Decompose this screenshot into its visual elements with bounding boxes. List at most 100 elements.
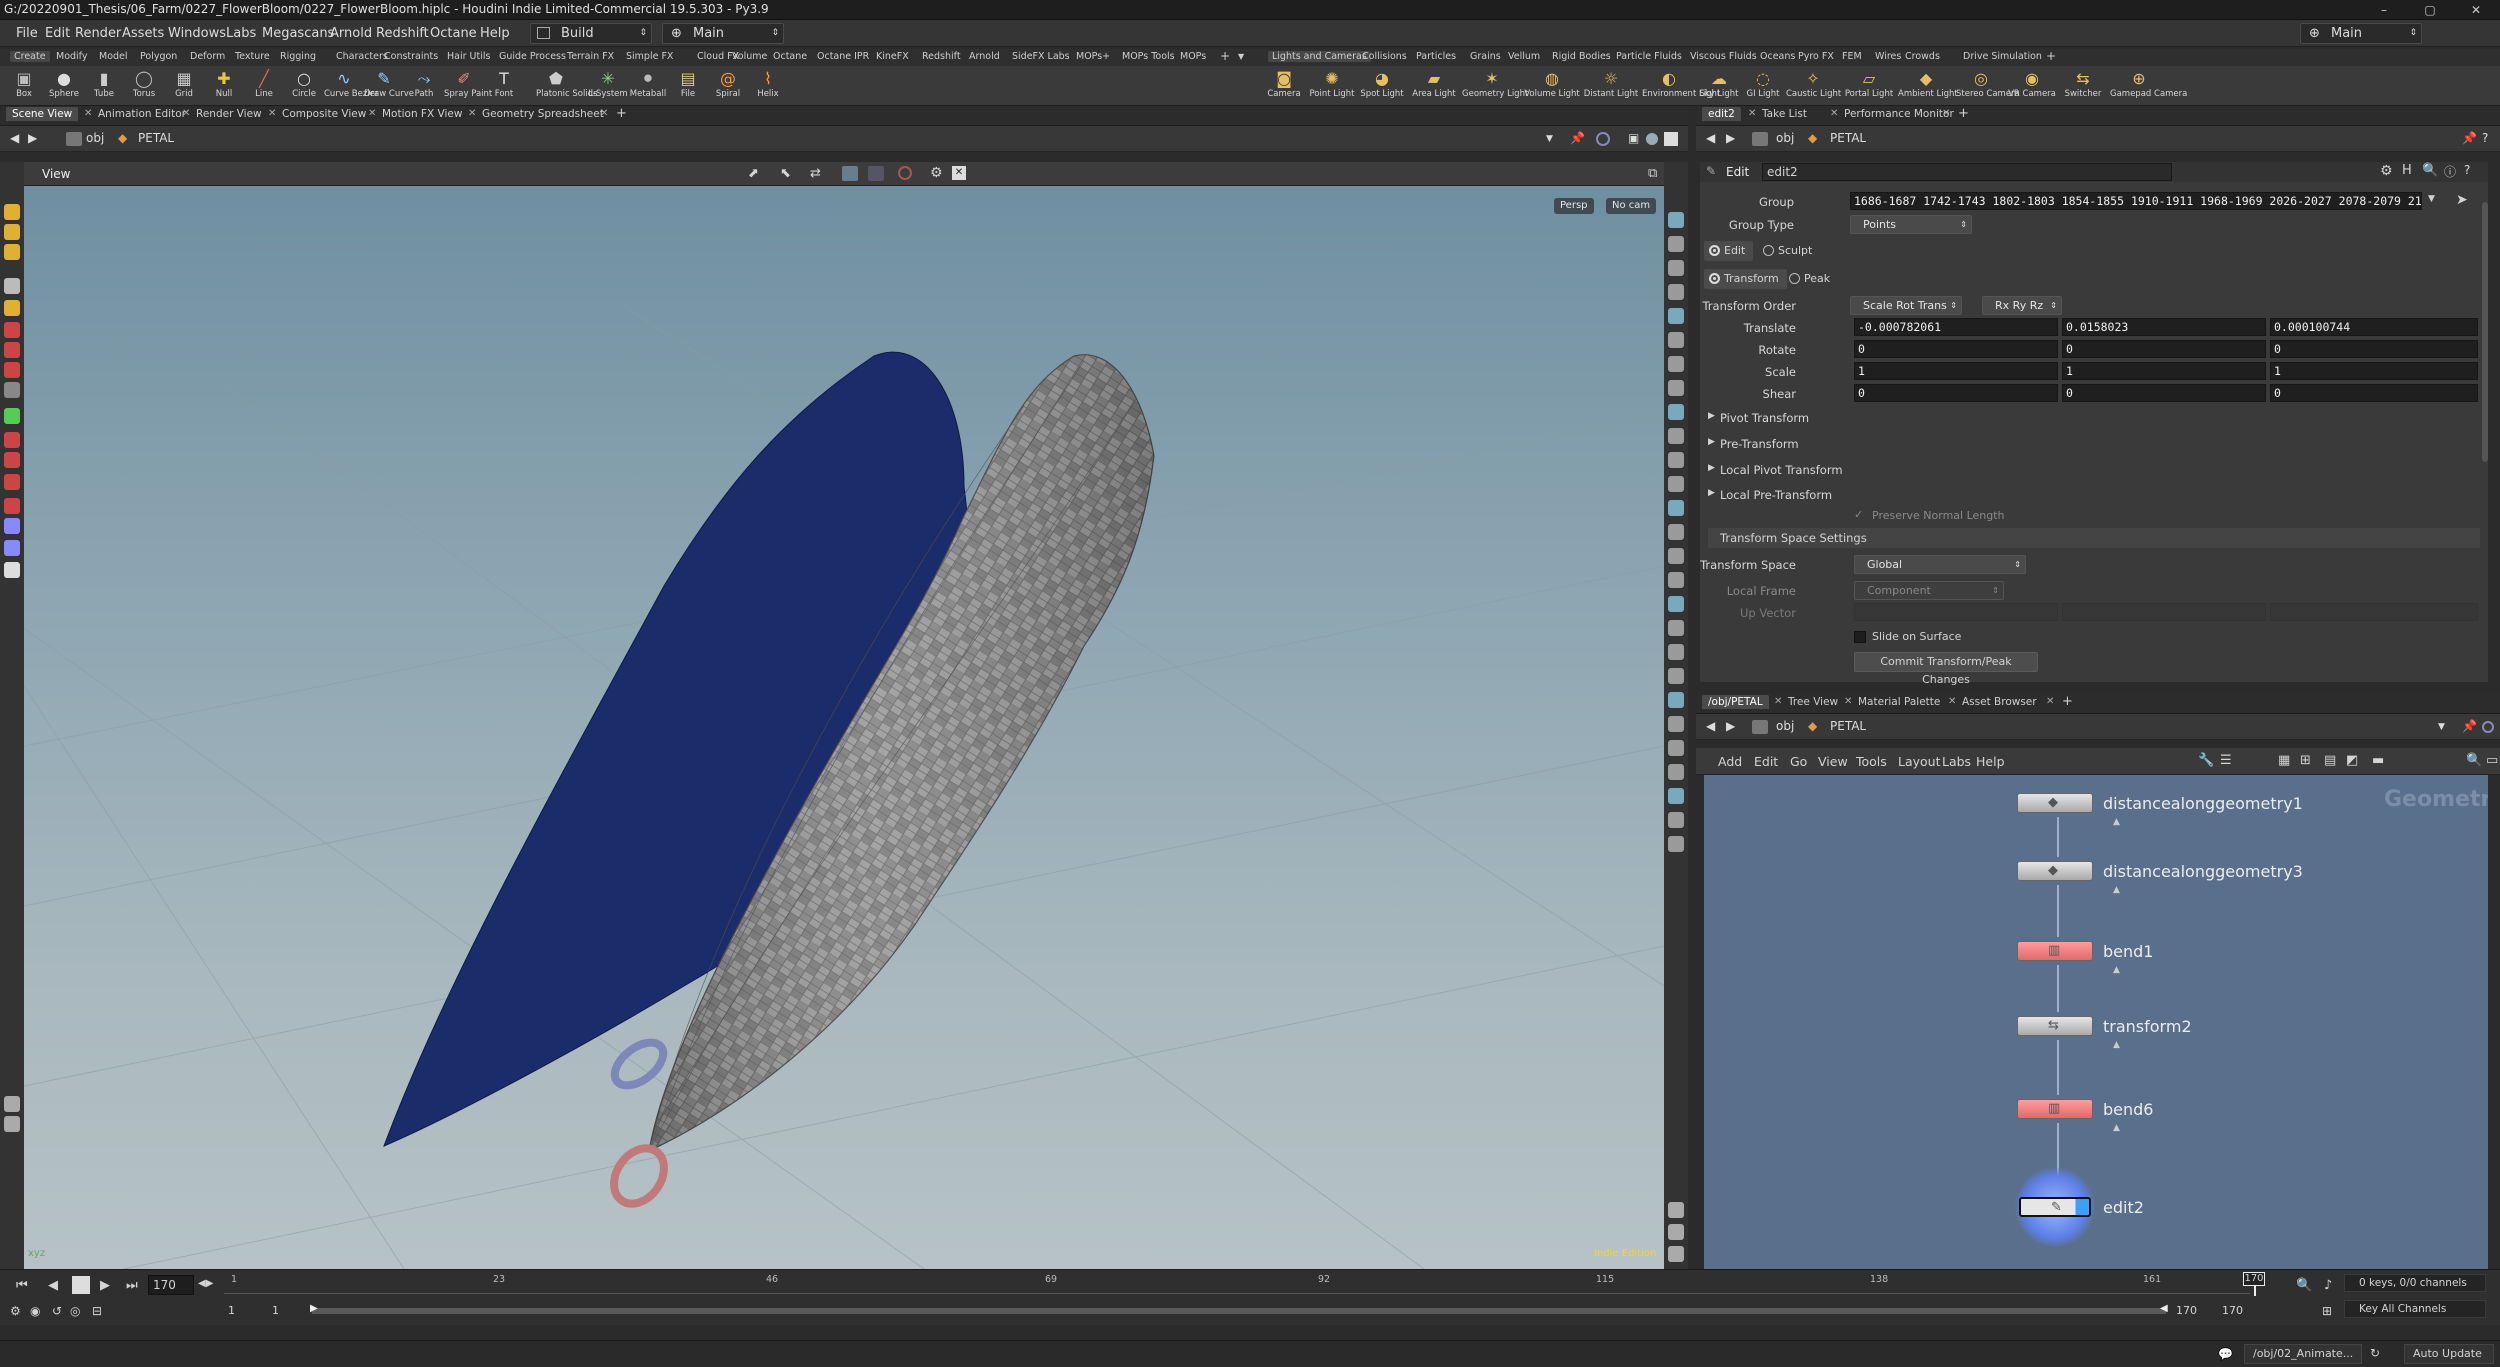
tab-edit2[interactable]: edit2 (1702, 107, 1741, 121)
context-select[interactable]: ⊕ Main ⇕ (662, 23, 784, 44)
node-bend1[interactable]: ▥ bend1 ▲ (2017, 937, 2317, 975)
shelf-tab-particles[interactable]: Particles (1416, 51, 1456, 62)
menu-labs[interactable]: Labs (226, 26, 256, 41)
node-distancealonggeometry3[interactable]: ◆ distancealonggeometry3 ▲ (2017, 857, 2317, 895)
back-arrow-icon[interactable]: ◀ (1706, 131, 1715, 145)
cursor-icon[interactable] (1668, 452, 1684, 468)
backface-icon[interactable] (1668, 572, 1684, 588)
add-shelf-tab-icon[interactable]: + (1220, 49, 1230, 63)
menu-file[interactable]: File (16, 26, 38, 41)
display-options-icon[interactable] (1668, 1224, 1684, 1240)
tab-take-list[interactable]: Take List (1762, 108, 1807, 120)
display-wire-icon[interactable] (1668, 212, 1684, 228)
search-icon[interactable]: 🔍 (2296, 1278, 2312, 1293)
viewport-canvas[interactable] (24, 186, 1664, 1269)
menu-octane[interactable]: Octane (430, 26, 477, 41)
node-distancealonggeometry1[interactable]: ◆ distancealonggeometry1 ▲ (2017, 789, 2317, 827)
net-path-obj[interactable]: obj (1776, 719, 1794, 733)
tool-geometry-light[interactable]: ✶ Geometry Light (1462, 67, 1528, 105)
translate-x[interactable]: -0.000782061 (1854, 318, 2058, 336)
folder-local-pre-transform[interactable]: ▶ Local Pre-Transform (1700, 485, 2488, 505)
display-icon[interactable]: ▭ (2486, 753, 2498, 768)
brush-tool-icon[interactable] (4, 432, 20, 448)
move-tool-icon[interactable] (4, 322, 20, 338)
search-icon[interactable]: 🔍 (2466, 753, 2482, 768)
group-dropdown-icon[interactable]: ▼ (2428, 194, 2435, 204)
palette-icon[interactable]: ◩ (2346, 753, 2358, 768)
group-field[interactable]: 1686-1687 1742-1743 1802-1803 1854-1855 … (1850, 192, 2422, 210)
close-tab-icon[interactable]: ✕ (1748, 108, 1756, 119)
tool-environment-light[interactable]: ◐ Environment Light (1642, 67, 1720, 105)
node-body[interactable]: ◆ (2017, 861, 2093, 881)
shelf-tab-model[interactable]: Model (99, 51, 128, 62)
menu-arnold[interactable]: Arnold (330, 26, 372, 41)
grid-display-icon[interactable] (1668, 596, 1684, 612)
close-tab-icon[interactable]: ✕ (1830, 108, 1838, 119)
close-tab-icon[interactable]: ✕ (84, 108, 92, 119)
tool-lsystem[interactable]: ✳ L-System (588, 67, 628, 105)
maximize-button[interactable]: ▢ (2408, 0, 2452, 20)
peak-tab[interactable]: Peak (1784, 269, 1838, 289)
tab-render-view[interactable]: Render View (196, 108, 262, 120)
flip-tool-icon[interactable] (4, 518, 20, 534)
shelf-tab-redshift[interactable]: Redshift (922, 51, 961, 62)
point-numbers-icon[interactable] (1668, 524, 1684, 540)
group-type-menu[interactable]: Points ⇕ (1850, 215, 1972, 234)
shelf-tab-volume[interactable]: Volume (732, 51, 767, 62)
step-toggle-icon[interactable]: ◀▶ (198, 1278, 213, 1289)
shelf-tab-grains[interactable]: Grains (1470, 51, 1501, 62)
rotation-order-menu[interactable]: Rx Ry Rz ⇕ (1982, 296, 2062, 315)
shelf-menu-icon[interactable]: ▼ (1238, 52, 1244, 61)
tool-metaball[interactable]: ⚫ Metaball (628, 67, 668, 105)
shelf-tab-constraints[interactable]: Constraints (384, 51, 438, 62)
shelf-tab-pyro-fx[interactable]: Pyro FX (1798, 51, 1834, 62)
shelf-tab-polygon[interactable]: Polygon (140, 51, 177, 62)
network-menu-layout[interactable]: Layout (1898, 754, 1941, 769)
shelf-tab-texture[interactable]: Texture (235, 51, 270, 62)
node-body[interactable]: ▥ (2017, 941, 2093, 961)
commit-button[interactable]: Commit Transform/Peak Changes (1854, 652, 2038, 686)
shelf-tab-characters[interactable]: Characters (336, 51, 388, 62)
shear-z[interactable]: 0 (2270, 384, 2478, 402)
range-handle-left[interactable]: ▶ (310, 1303, 318, 1314)
tool-path[interactable]: ⤳ Path (404, 67, 444, 105)
tool-caustic-light[interactable]: ✧ Caustic Light (1786, 67, 1841, 105)
shelf-tab-vellum[interactable]: Vellum (1508, 51, 1540, 62)
shelf-tab-terrain-fx[interactable]: Terrain FX (567, 51, 614, 62)
forward-arrow-icon[interactable]: ▶ (28, 131, 37, 145)
tool-torus[interactable]: ◯ Torus (124, 67, 164, 105)
range-slider[interactable] (312, 1308, 2166, 1314)
shelf-tab-create[interactable]: Create (10, 51, 50, 62)
checkmark-icon[interactable]: ✓ (1854, 508, 1863, 521)
tile-view-icon[interactable]: ⊞ (2300, 753, 2311, 768)
folder-local-pivot-transform[interactable]: ▶ Local Pivot Transform (1700, 460, 2488, 480)
home-view-icon[interactable] (1668, 284, 1684, 300)
path-petal[interactable]: PETAL (138, 131, 174, 145)
lighting-icon[interactable] (1668, 740, 1684, 756)
flag-icon[interactable]: ▬ (2372, 753, 2384, 768)
pin-display-icon[interactable] (1668, 812, 1684, 828)
tool-camera[interactable]: ◙ Camera (1262, 67, 1306, 105)
lock-icon[interactable] (4, 300, 20, 316)
hda-icon[interactable]: H (2402, 163, 2412, 178)
range-end-2[interactable]: 170 (2222, 1304, 2243, 1317)
menu-megascans[interactable]: Megascans (262, 26, 334, 41)
tool-spiral[interactable]: @ Spiral (708, 67, 748, 105)
close-tab-icon[interactable]: ✕ (268, 108, 276, 119)
add-shelf-tab-icon[interactable]: + (2046, 49, 2056, 63)
shelf-tab-viscous-fluids[interactable]: Viscous Fluids (1690, 51, 1757, 62)
material-icon[interactable] (1668, 692, 1684, 708)
frame-icon[interactable] (1668, 308, 1684, 324)
snapping-icon[interactable] (898, 166, 912, 180)
shelf-tab-wires[interactable]: Wires (1875, 51, 1901, 62)
dolly-tool-icon[interactable] (4, 562, 20, 578)
desktop-select[interactable]: Build ⇕ (530, 23, 652, 44)
tool-platonic[interactable]: ⬟ Platonic Solids (536, 67, 598, 105)
node-transform2[interactable]: ⇆ transform2 ▲ (2017, 1012, 2317, 1050)
wrench-icon[interactable]: 🔧 (2198, 753, 2214, 768)
tab-scene-view[interactable]: Scene View (6, 107, 79, 121)
menu-assets[interactable]: Assets (122, 26, 164, 41)
tool-null[interactable]: ✚ Null (204, 67, 244, 105)
camera-link-icon[interactable]: ▣ (1628, 131, 1639, 145)
tab-performance-monitor[interactable]: Performance Monitor (1844, 108, 1954, 120)
